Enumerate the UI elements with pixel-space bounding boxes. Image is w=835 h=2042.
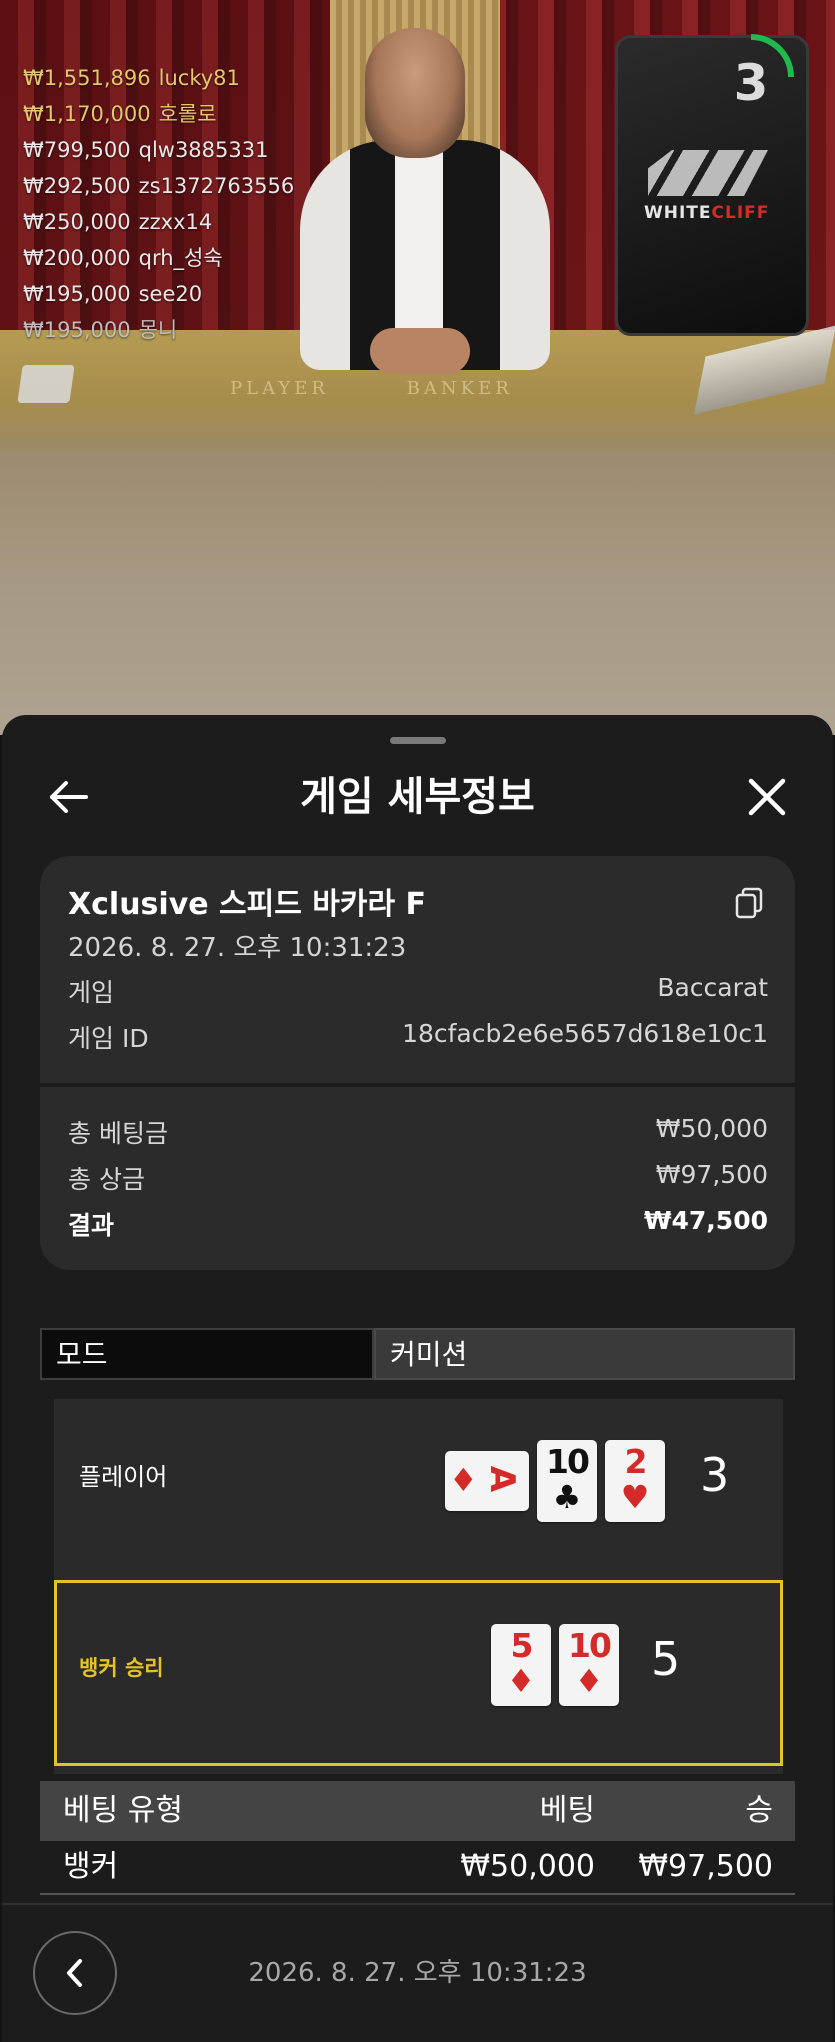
game-datetime: 2026. 8. 27. 오후 10:31:23: [68, 933, 407, 963]
dealer-shirt: [395, 150, 443, 330]
result-label: 결과: [68, 1211, 115, 1240]
winner-username: zs1372763556: [138, 174, 295, 198]
game-id-row: 게임 ID 18cfacb2e6e5657d618e10c1: [68, 1019, 768, 1053]
card-shoe-left: [17, 365, 75, 403]
total-win-label: 총 상금: [68, 1165, 145, 1194]
game-id-label: 게임 ID: [68, 1024, 149, 1053]
game-name: Xclusive 스피드 바카라 F: [68, 887, 427, 922]
winner-amount: ₩1,170,000: [23, 102, 151, 126]
winner-row: ₩250,000 zzxx14: [23, 204, 294, 240]
monitor-brand: WHITECLIFF: [644, 203, 770, 223]
bets-table-header: 베팅 유형 베팅 승: [40, 1781, 795, 1841]
total-bet-label: 총 베팅금: [68, 1119, 168, 1148]
winner-amount: ₩799,500: [23, 138, 131, 162]
card-suit: ♥: [620, 1478, 650, 1516]
total-bet-value: ₩50,000: [655, 1114, 768, 1143]
dealer-hands: [370, 328, 470, 374]
winner-row: ₩1,551,896 lucky81: [23, 60, 294, 96]
game-info-card: Xclusive 스피드 바카라 F 2026. 8. 27. 오후 10:31…: [40, 856, 795, 1270]
card-suit: ♦: [574, 1662, 604, 1700]
winner-amount: ₩195,000: [23, 318, 131, 342]
player-label: 플레이어: [79, 1463, 168, 1491]
winner-row: ₩1,170,000 호롤로: [23, 96, 294, 132]
card-rank: 10: [568, 1626, 612, 1665]
winner-username: lucky81: [158, 66, 240, 90]
game-details-sheet: 게임 세부정보 Xclusive 스피드 바카라 F 2026. 8. 27. …: [2, 715, 833, 2042]
winner-username: 호롤로: [158, 102, 217, 126]
mode-tabs: 모드 커미션: [40, 1328, 795, 1380]
bet-amount-cell: ₩50,000: [460, 1849, 595, 1884]
game-type-row: 게임 Baccarat: [68, 973, 768, 1007]
total-win-value: ₩97,500: [655, 1160, 768, 1189]
winner-username: 몽니: [138, 318, 178, 342]
card-divider: [40, 1083, 795, 1087]
total-bet-row: 총 베팅금 ₩50,000: [68, 1114, 768, 1148]
page-title: 게임 세부정보: [300, 774, 535, 820]
result-row: 결과 ₩47,500: [68, 1206, 768, 1240]
dealer-head: [365, 28, 465, 158]
winner-username: qlw3885331: [138, 138, 269, 162]
card-suit: ♣: [552, 1478, 582, 1516]
footer-divider: [2, 1903, 833, 1905]
bet-type-cell: 뱅커: [63, 1849, 119, 1884]
card-rank: 2: [624, 1442, 648, 1481]
card-rank: A: [482, 1465, 523, 1493]
tab-commission[interactable]: 커미션: [374, 1328, 795, 1380]
winner-amount: ₩195,000: [23, 282, 131, 306]
total-win-row: 총 상금 ₩97,500: [68, 1160, 768, 1194]
banker-score: 5: [651, 1632, 681, 1686]
back-button[interactable]: [38, 767, 98, 827]
live-video-feed: PLAYER BANKER WHITECLIFF 3 ₩1,551,896 luc…: [0, 0, 835, 735]
card-suit: ♦: [506, 1662, 536, 1700]
winner-username: zzxx14: [138, 210, 213, 234]
win-amount-cell: ₩97,500: [638, 1849, 773, 1884]
tab-mode[interactable]: 모드: [40, 1328, 374, 1380]
card-rank: 10: [546, 1442, 590, 1481]
table-print: PLAYER BANKER: [230, 378, 513, 399]
arrow-left-icon: [50, 781, 88, 813]
playing-card: 5 ♦: [491, 1624, 551, 1706]
copy-icon[interactable]: [734, 887, 764, 919]
winner-amount: ₩292,500: [23, 174, 131, 198]
card-suit: ♦: [449, 1461, 478, 1499]
col-bet: 베팅: [539, 1793, 595, 1828]
card-rank: 5: [510, 1626, 534, 1665]
playing-card: ♦ A: [445, 1451, 529, 1511]
winner-row: ₩200,000 qrh_성숙: [23, 240, 294, 276]
winner-amount: ₩200,000: [23, 246, 131, 270]
winner-username: qrh_성숙: [138, 246, 223, 270]
winner-row: ₩195,000 see20: [23, 276, 294, 312]
playing-card: 2 ♥: [605, 1440, 665, 1522]
playing-card: 10 ♣: [537, 1440, 597, 1522]
player-score: 3: [700, 1448, 730, 1502]
winner-row: ₩292,500 zs1372763556: [23, 168, 294, 204]
col-win: 승: [745, 1793, 773, 1828]
col-bet-type: 베팅 유형: [63, 1793, 183, 1828]
game-id-value: 18cfacb2e6e5657d618e10c1: [402, 1019, 768, 1048]
close-button[interactable]: [737, 767, 797, 827]
playing-card: 10 ♦: [559, 1624, 619, 1706]
close-icon: [748, 778, 786, 816]
banker-win-label: 뱅커 승리: [79, 1656, 164, 1680]
sheet-drag-handle[interactable]: [390, 737, 446, 744]
winner-row: ₩195,000 몽니: [23, 312, 294, 348]
game-type-label: 게임: [68, 978, 115, 1007]
countdown-number: 3: [733, 54, 769, 112]
result-value: ₩47,500: [643, 1206, 768, 1235]
game-type-value: Baccarat: [657, 973, 768, 1002]
footer-datetime: 2026. 8. 27. 오후 10:31:23: [248, 1958, 587, 1988]
table-row: 뱅커 ₩50,000 ₩97,500: [40, 1841, 795, 1895]
winner-username: see20: [138, 282, 203, 306]
winner-amount: ₩250,000: [23, 210, 131, 234]
winner-row: ₩799,500 qlw3885331: [23, 132, 294, 168]
winners-list: ₩1,551,896 lucky81 ₩1,170,000 호롤로 ₩799,500 ql…: [23, 60, 294, 348]
winner-amount: ₩1,551,896: [23, 66, 151, 90]
